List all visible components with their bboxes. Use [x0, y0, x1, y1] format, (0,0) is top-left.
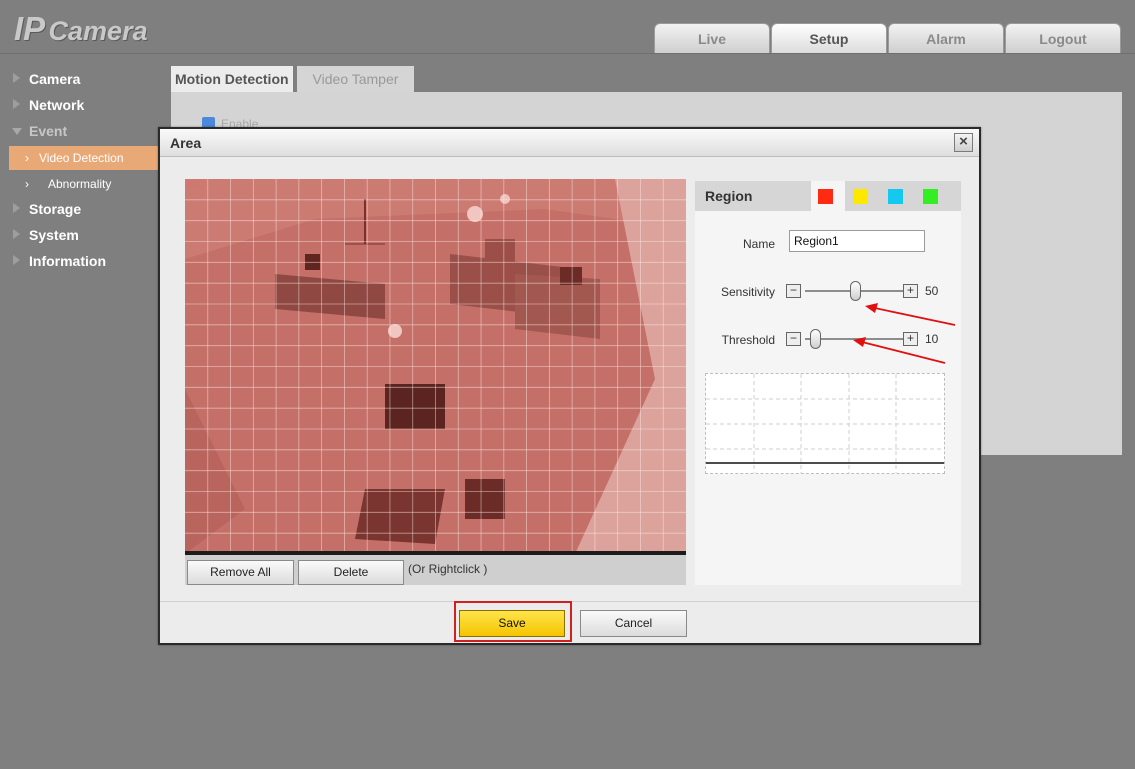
close-icon[interactable]: × — [954, 133, 973, 152]
sidebar-item-storage[interactable]: Storage — [0, 198, 160, 224]
content-tabs: Motion Detection Video Tamper — [171, 66, 418, 92]
sidebar-item-video-detection[interactable]: › Video Detection — [9, 146, 158, 170]
region-color-green[interactable] — [923, 189, 938, 204]
expand-arrow-icon — [13, 203, 20, 213]
sensitivity-plus-button[interactable]: + — [903, 284, 918, 298]
sidebar: Camera Network Event › Video Detection ›… — [0, 68, 160, 276]
region-panel: Region Name Region1 Sensitivity − + 50 T… — [695, 181, 961, 585]
dialog-titlebar: Area × — [160, 129, 979, 157]
sidebar-item-label: Event — [29, 123, 68, 139]
tab-setup[interactable]: Setup — [771, 23, 887, 53]
region-color-red[interactable] — [818, 189, 833, 204]
threshold-value: 10 — [925, 332, 939, 346]
sidebar-item-abnormality[interactable]: › Abnormality — [9, 172, 160, 196]
sensitivity-slider[interactable]: − + 50 — [786, 281, 946, 301]
tab-logout[interactable]: Logout — [1005, 23, 1121, 53]
region-header: Region — [695, 181, 961, 211]
sidebar-item-label: Information — [29, 253, 106, 269]
area-dialog: Area × IPC Remove All Delete (Or Rightcl… — [158, 127, 981, 645]
region-color-cyan[interactable] — [888, 189, 903, 204]
sidebar-item-camera[interactable]: Camera — [0, 68, 160, 94]
threshold-knob[interactable] — [810, 329, 822, 349]
sidebar-item-information[interactable]: Information — [0, 250, 160, 276]
sensitivity-label: Sensitivity — [720, 285, 775, 299]
sidebar-item-label: Camera — [29, 71, 81, 87]
logo-ip: IP — [14, 10, 46, 47]
header-divider — [0, 53, 1135, 54]
video-preview[interactable]: IPC — [185, 179, 686, 554]
threshold-label: Threshold — [721, 333, 775, 347]
tab-video-tamper[interactable]: Video Tamper — [296, 66, 415, 92]
motion-graph-canvas — [706, 374, 944, 473]
sidebar-item-label: Abnormality — [48, 177, 112, 191]
region-color-yellow[interactable] — [853, 189, 868, 204]
app-logo: IP Camera — [14, 10, 148, 48]
cancel-button[interactable]: Cancel — [580, 610, 687, 637]
tab-motion-detection[interactable]: Motion Detection — [171, 66, 293, 92]
sensitivity-knob[interactable] — [849, 281, 861, 301]
threshold-plus-button[interactable]: + — [903, 332, 918, 346]
tab-live[interactable]: Live — [654, 23, 770, 53]
collapse-arrow-icon — [12, 128, 22, 135]
expand-arrow-icon — [13, 73, 20, 83]
sensitivity-value: 50 — [925, 284, 939, 298]
video-overlay-text: IPC — [187, 180, 205, 192]
remove-all-button[interactable]: Remove All — [187, 560, 294, 585]
sidebar-item-label: Network — [29, 97, 85, 113]
save-button[interactable]: Save — [459, 610, 565, 637]
sensitivity-minus-button[interactable]: − — [786, 284, 801, 298]
logo-camera: Camera — [48, 16, 148, 46]
tab-alarm[interactable]: Alarm — [888, 23, 1004, 53]
expand-arrow-icon — [13, 255, 20, 265]
name-label: Name — [742, 237, 775, 251]
dialog-title: Area — [170, 135, 202, 151]
sidebar-item-system[interactable]: System — [0, 224, 160, 250]
chevron-right-icon: › — [25, 177, 29, 191]
top-navigation: Live Setup Alarm Logout — [654, 23, 1122, 53]
motion-graph — [705, 373, 945, 474]
sidebar-item-event[interactable]: Event — [0, 120, 160, 146]
rightclick-hint: (Or Rightclick ) — [408, 562, 488, 576]
sidebar-item-label: System — [29, 227, 79, 243]
delete-button[interactable]: Delete — [298, 560, 404, 585]
threshold-slider[interactable]: − + 10 — [786, 329, 946, 349]
expand-arrow-icon — [13, 99, 20, 109]
camera-frame-image: IPC — [185, 179, 686, 554]
expand-arrow-icon — [13, 229, 20, 239]
threshold-minus-button[interactable]: − — [786, 332, 801, 346]
region-label: Region — [705, 188, 753, 204]
sidebar-item-network[interactable]: Network — [0, 94, 160, 120]
region-name-input[interactable]: Region1 — [789, 230, 925, 252]
sidebar-item-label: Storage — [29, 201, 82, 217]
sidebar-item-label: Video Detection — [39, 151, 124, 165]
chevron-right-icon: › — [25, 151, 29, 165]
